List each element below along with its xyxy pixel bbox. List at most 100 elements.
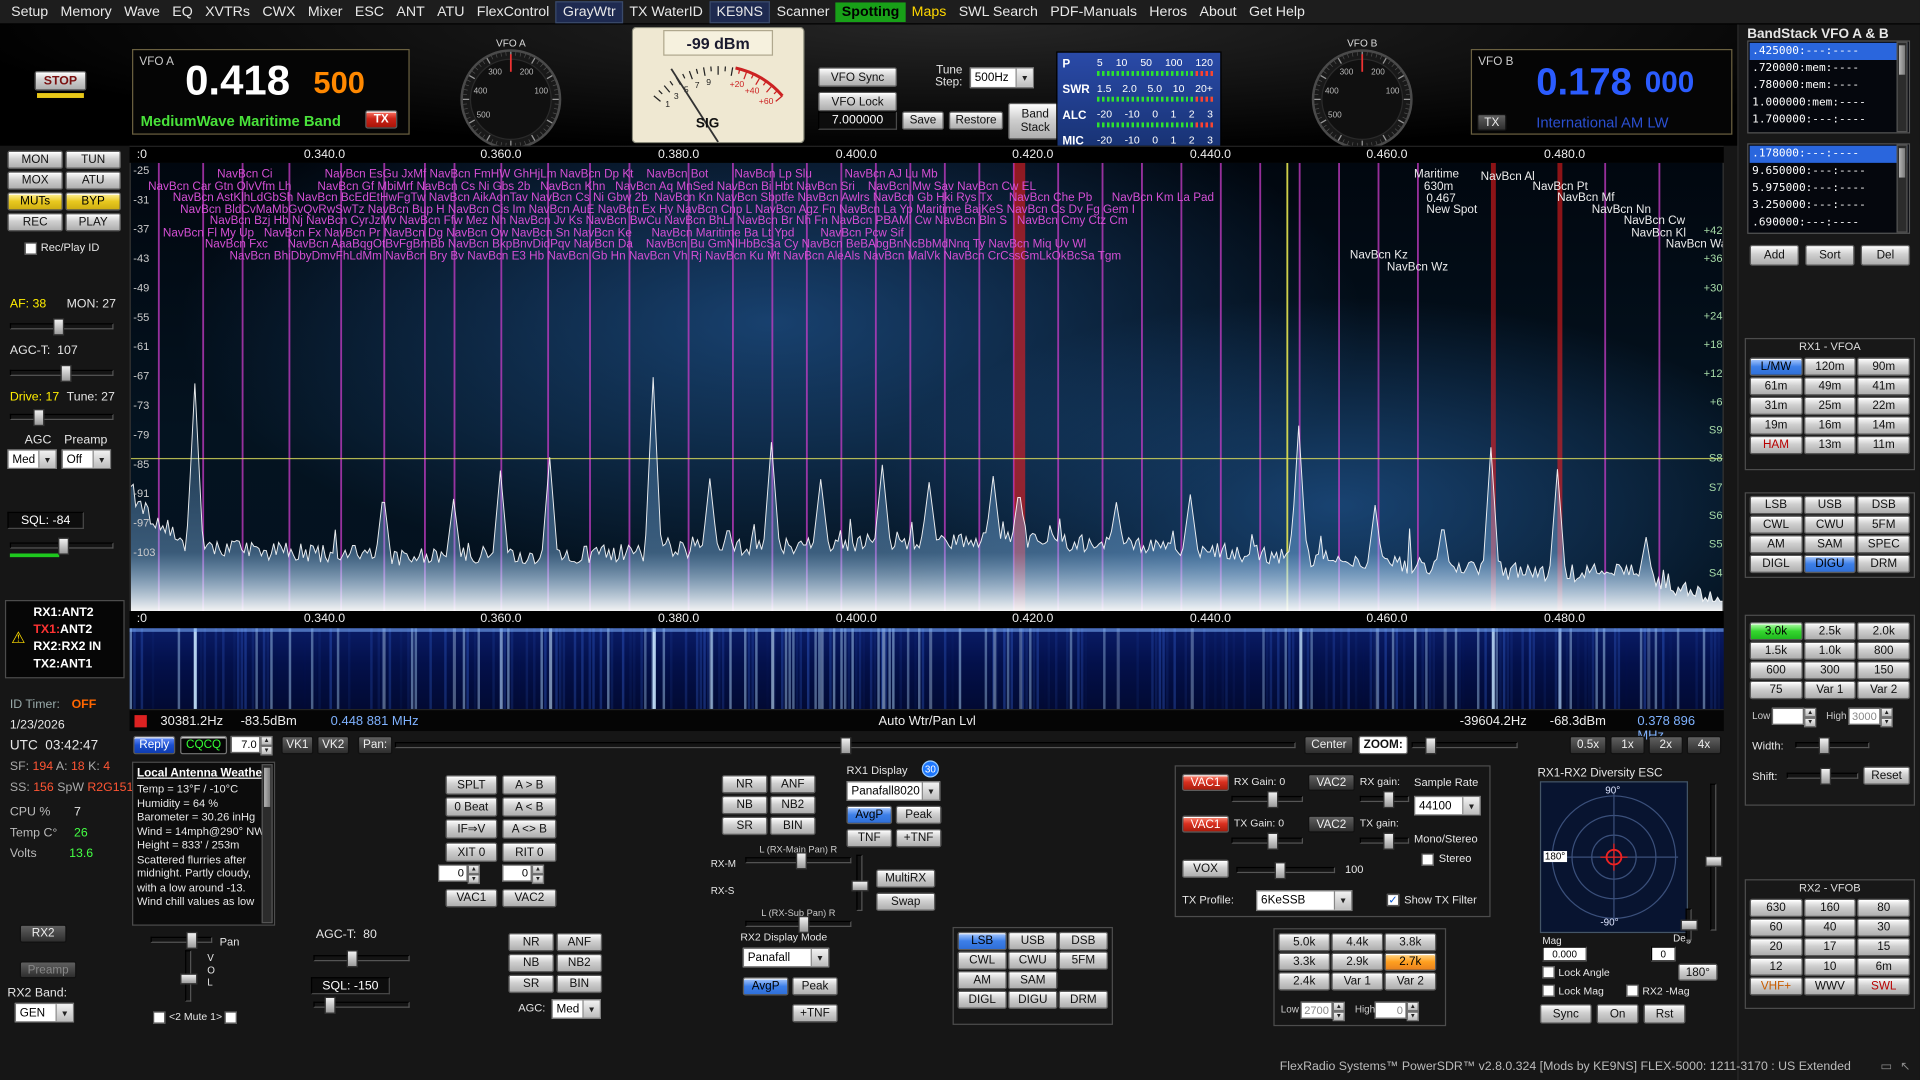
stereo-checkbox[interactable] [1421, 853, 1433, 865]
menu-item-cwx[interactable]: CWX [256, 2, 301, 22]
waterfall-display[interactable] [130, 628, 1724, 709]
menu-item-spotting[interactable]: Spotting [836, 2, 906, 22]
zoom-1x-button[interactable]: 1x [1610, 736, 1645, 754]
bandstack-a-scrollbar-thumb[interactable] [1899, 45, 1905, 74]
menu-item-scanner[interactable]: Scanner [770, 2, 835, 22]
menu-item-setup[interactable]: Setup [5, 2, 54, 22]
rx1-filter-low-spinner[interactable]: ▲▼ [1772, 708, 1816, 725]
rx2-filter-2-9k[interactable]: 2.9k [1331, 953, 1383, 971]
rit-button[interactable]: RIT 0 [502, 842, 556, 862]
diversity-mag-value[interactable]: 0.000 [1542, 947, 1586, 962]
rit-spinner[interactable]: 0▲▼ [502, 864, 544, 881]
rx2-squelch-slider-thumb[interactable] [325, 997, 336, 1014]
rx1-filter-high-spinner-arrows[interactable]: ▲▼ [1880, 708, 1892, 725]
vk2-button[interactable]: VK2 [317, 736, 349, 754]
rx2-dsp-sr[interactable]: SR [508, 975, 554, 993]
vox-slider-thumb[interactable] [1275, 862, 1286, 879]
filter-width-slider[interactable] [1795, 742, 1869, 748]
diversity-mag-slider[interactable] [1686, 909, 1692, 941]
menu-item-get-help[interactable]: Get Help [1243, 2, 1311, 22]
rx1-filter-high-spinner[interactable]: 3000▲▼ [1848, 708, 1892, 725]
swap-button[interactable]: Swap [876, 893, 935, 911]
menu-item-maps[interactable]: Maps [906, 2, 953, 22]
diversity-sync-button[interactable]: Sync [1540, 1004, 1592, 1024]
filter-reset-button[interactable]: Reset [1863, 767, 1910, 785]
zoom-label-button[interactable]: ZOOM: [1359, 736, 1408, 754]
rx2-avgp-button[interactable]: AvgP [743, 977, 789, 995]
menu-item-ke9ns[interactable]: KE9NS [709, 1, 770, 23]
rx1-mode-dsb[interactable]: DSB [1857, 496, 1910, 514]
rx1-band-31m[interactable]: 31m [1750, 397, 1803, 415]
rx2-dsp-bin[interactable]: BIN [556, 975, 602, 993]
panadapter-display[interactable]: -25-31-37-43-49-55-61-67-73-79-85-91-97-… [130, 163, 1724, 611]
rx1-band-11m[interactable]: 11m [1857, 436, 1910, 454]
weather-scrollbar[interactable] [262, 764, 273, 923]
display-zoom-slider[interactable] [1412, 742, 1518, 748]
rx2-filter-low-spinner[interactable]: 2700▲▼ [1301, 1002, 1345, 1019]
rx2-squelch-slider[interactable] [313, 1002, 409, 1008]
rx1-mode-5fm[interactable]: 5FM [1857, 516, 1910, 534]
rit-spinner-arrows[interactable]: ▲▼ [532, 864, 544, 881]
spot-label[interactable]: New Spot [1426, 203, 1477, 216]
zero-beat-button[interactable]: 0 Beat [445, 797, 497, 817]
rx2-band-160[interactable]: 160 [1804, 899, 1857, 917]
bandstack-b-scrollbar-thumb[interactable] [1899, 148, 1905, 177]
vac1-panel-button[interactable]: VAC1 [445, 889, 497, 907]
menu-item-heros[interactable]: Heros [1143, 2, 1193, 22]
rx2-filter-low-spinner-arrows[interactable]: ▲▼ [1333, 1002, 1345, 1019]
diversity-mag-slider-thumb[interactable] [1681, 920, 1698, 931]
button-mox[interactable]: MOX [7, 171, 63, 189]
bandstack-b-scrollbar[interactable] [1897, 144, 1908, 232]
vac2-tx-gain-slider[interactable] [1360, 838, 1409, 844]
rx1-filter-1-5k[interactable]: 1.5k [1750, 642, 1803, 660]
rx2-filter-high-spinner-arrows[interactable]: ▲▼ [1407, 1002, 1419, 1019]
rx1-peak-button[interactable]: Peak [896, 806, 942, 824]
vox-slider[interactable] [1236, 867, 1335, 873]
rx2-agc-select[interactable]: Med [552, 999, 601, 1019]
weather-scrollbar-thumb[interactable] [264, 768, 270, 807]
rx2-band-30[interactable]: 30 [1857, 918, 1910, 936]
rx2-peak-button[interactable]: Peak [792, 977, 838, 995]
menu-item-wave[interactable]: Wave [118, 2, 166, 22]
rx2-mode-usb[interactable]: USB [1008, 932, 1057, 950]
rx1-band-16m[interactable]: 16m [1804, 416, 1857, 434]
vac1-tx-button[interactable]: VAC1 [1182, 816, 1229, 833]
squelch-slider[interactable] [10, 542, 114, 548]
diversity-on-button[interactable]: On [1597, 1004, 1639, 1024]
drive-slider-thumb[interactable] [33, 409, 44, 426]
if-to-vfo-button[interactable]: IF⇒V [445, 819, 497, 839]
rx2-mode-am[interactable]: AM [958, 971, 1007, 989]
rx1-band-ham[interactable]: HAM [1750, 436, 1803, 454]
rx1-dsp-anf[interactable]: ANF [770, 775, 816, 793]
rx1-filter-1-0k[interactable]: 1.0k [1804, 642, 1857, 660]
band-stack-button[interactable]: Band Stack [1008, 103, 1062, 140]
rx1-mode-usb[interactable]: USB [1804, 496, 1857, 514]
spot-label[interactable]: NavBcn Al [1481, 170, 1535, 183]
show-tx-filter-checkbox[interactable] [1387, 894, 1399, 906]
af-slider[interactable] [10, 323, 114, 329]
rx1-band-14m[interactable]: 14m [1857, 416, 1910, 434]
diversity-scope[interactable]: 90° 180° -90° [1540, 781, 1688, 933]
rx2-band-20[interactable]: 20 [1750, 938, 1803, 956]
rx1-filter-2-5k[interactable]: 2.5k [1804, 622, 1857, 640]
agct-slider[interactable] [10, 370, 114, 376]
rx2-filter-2-4k[interactable]: 2.4k [1278, 972, 1330, 990]
rx1-dsp-nb[interactable]: NB [722, 796, 768, 814]
rx1-mode-spec[interactable]: SPEC [1857, 535, 1910, 553]
menu-item-graywtr[interactable]: GrayWtr [556, 1, 624, 23]
footer-pointer-icon[interactable]: ↖ [1900, 1060, 1910, 1073]
rx1-mode-am[interactable]: AM [1750, 535, 1803, 553]
rx2-band-wwv[interactable]: WWV [1804, 977, 1857, 995]
rx2-pan-slider[interactable] [151, 937, 213, 943]
rx1-dsp-bin[interactable]: BIN [770, 817, 816, 835]
add-tnf-button[interactable]: +TNF [896, 829, 942, 847]
diversity-gain-slider[interactable] [1710, 784, 1716, 931]
zoom-0-5x-button[interactable]: 0.5x [1570, 736, 1607, 754]
sample-rate-select[interactable]: 44100 [1414, 796, 1481, 816]
stop-button[interactable]: STOP [35, 71, 87, 91]
filter-width-slider-thumb[interactable] [1819, 737, 1830, 754]
bandstack-del-button[interactable]: Del [1861, 245, 1910, 266]
bandstack-sort-button[interactable]: Sort [1805, 245, 1854, 266]
rx2-band-vhf+[interactable]: VHF+ [1750, 977, 1803, 995]
a-to-b-button[interactable]: A > B [502, 775, 556, 795]
